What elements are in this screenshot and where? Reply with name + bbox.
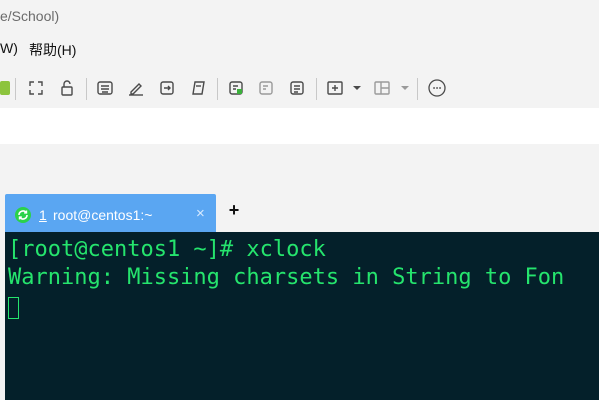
add-tab-button[interactable]: +: [226, 200, 242, 220]
app-window: e/School) W) 帮助(H) 1 root@centos1:~ × + …: [0, 0, 599, 400]
lock-icon[interactable]: [55, 76, 79, 100]
tab-number: 1: [39, 207, 47, 223]
window-title: e/School): [0, 8, 60, 24]
menu-bar: W) 帮助(H): [0, 34, 599, 64]
session-manager-icon[interactable]: [254, 76, 278, 100]
terminal-cursor: [8, 297, 19, 319]
fullscreen-icon[interactable]: [24, 76, 48, 100]
toolbar-separator: [316, 78, 317, 100]
toolbar-separator: [417, 78, 418, 100]
terminal-line: Warning: Missing charsets in String to F…: [8, 265, 565, 290]
close-icon[interactable]: ×: [196, 205, 205, 222]
dropdown-icon[interactable]: [352, 76, 362, 100]
script-icon[interactable]: [186, 76, 210, 100]
terminal-view[interactable]: [root@centos1 ~]# xclock Warning: Missin…: [5, 232, 599, 400]
keyboard-icon[interactable]: [93, 76, 117, 100]
send-to-icon[interactable]: [155, 76, 179, 100]
layout-icon[interactable]: [370, 76, 394, 100]
chat-icon[interactable]: [425, 76, 449, 100]
new-session-icon[interactable]: [224, 76, 248, 100]
green-tab-icon[interactable]: [0, 76, 10, 100]
toolbar-separator: [15, 78, 16, 100]
terminal-line: [root@centos1 ~]# xclock: [8, 237, 326, 262]
session-bar: [0, 108, 599, 144]
spacer: [0, 144, 599, 192]
tab-label: root@centos1:~: [53, 207, 153, 223]
dropdown-icon[interactable]: [400, 76, 410, 100]
tab-bar: 1 root@centos1:~ × +: [0, 192, 599, 232]
toolbar-separator: [217, 78, 218, 100]
notes-icon[interactable]: [285, 76, 309, 100]
menu-item-window[interactable]: W): [0, 40, 18, 56]
menu-item-help[interactable]: 帮助(H): [29, 40, 76, 60]
highlight-pen-icon[interactable]: [124, 76, 148, 100]
new-window-icon[interactable]: [323, 76, 347, 100]
toolbar-separator: [86, 78, 87, 100]
toolbar: [0, 72, 599, 106]
tab-root-centos1[interactable]: 1 root@centos1:~ ×: [5, 194, 216, 232]
title-bar: e/School): [0, 0, 599, 34]
refresh-icon[interactable]: [14, 206, 32, 227]
